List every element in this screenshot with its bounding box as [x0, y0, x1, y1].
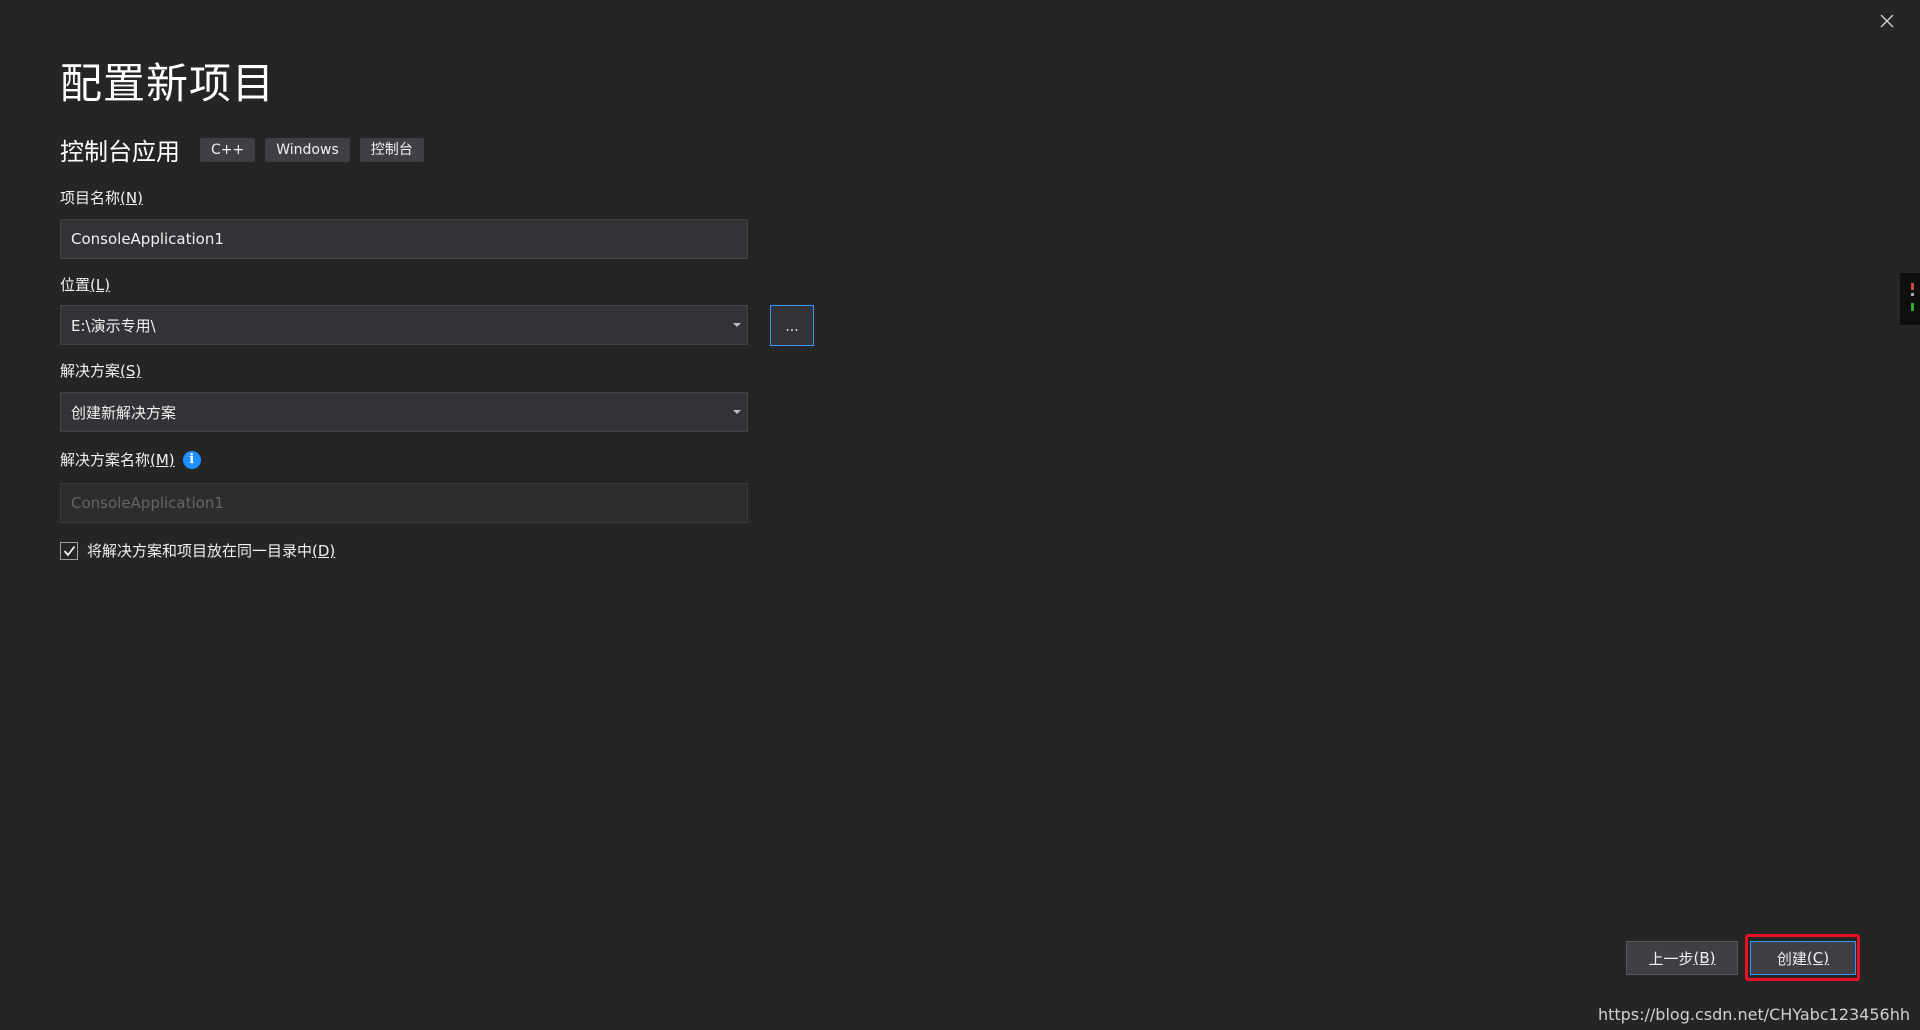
solution-value: 创建新解决方案 [71, 403, 177, 422]
chevron-down-icon[interactable] [733, 410, 741, 414]
solution-name-value: ConsoleApplication1 [71, 494, 224, 512]
tag-platform: Windows [265, 137, 350, 162]
tag-language: C++ [200, 137, 256, 162]
location-value: E:\演示专用\ [71, 316, 156, 335]
same-directory-label: 将解决方案和项目放在同一目录中(D) [87, 542, 336, 560]
solution-name-label: 解决方案名称(M) i [60, 449, 201, 470]
project-name-value: ConsoleApplication1 [71, 230, 224, 248]
template-name: 控制台应用 [60, 138, 180, 166]
solution-name-input: ConsoleApplication1 [60, 483, 748, 523]
scroll-marker [1900, 273, 1920, 325]
close-icon [1880, 14, 1894, 28]
back-label: 上一步 [1648, 949, 1694, 968]
page-title: 配置新项目 [60, 59, 276, 108]
project-name-label: 项目名称(N) [60, 189, 143, 207]
browse-label: ... [785, 319, 799, 335]
location-label: 位置(L) [60, 276, 111, 294]
tag-type: 控制台 [359, 137, 424, 162]
project-name-input[interactable]: ConsoleApplication1 [60, 219, 748, 259]
create-mnemonic: (C) [1806, 949, 1830, 967]
chevron-down-icon[interactable] [733, 323, 741, 327]
watermark: https://blog.csdn.net/CHYabc123456hh [1597, 1005, 1910, 1024]
create-label: 创建 [1776, 949, 1807, 968]
back-mnemonic: (B) [1693, 949, 1716, 967]
back-button[interactable]: 上一步 (B) [1626, 941, 1738, 975]
solution-combobox[interactable]: 创建新解决方案 [60, 392, 748, 432]
template-info: 控制台应用 C++ Windows 控制台 [60, 132, 424, 167]
same-directory-option[interactable]: 将解决方案和项目放在同一目录中(D) [60, 540, 335, 561]
info-icon[interactable]: i [182, 450, 201, 469]
close-button[interactable] [1876, 10, 1898, 32]
solution-label: 解决方案(S) [60, 362, 142, 380]
same-directory-checkbox[interactable] [60, 541, 78, 560]
location-combobox[interactable]: E:\演示专用\ [60, 305, 748, 345]
browse-button[interactable]: ... [770, 305, 814, 346]
configure-project-dialog: 配置新项目 控制台应用 C++ Windows 控制台 项目名称(N) Cons… [0, 0, 1920, 1030]
checkmark-icon [63, 545, 75, 556]
create-button[interactable]: 创建 (C) [1750, 941, 1856, 975]
